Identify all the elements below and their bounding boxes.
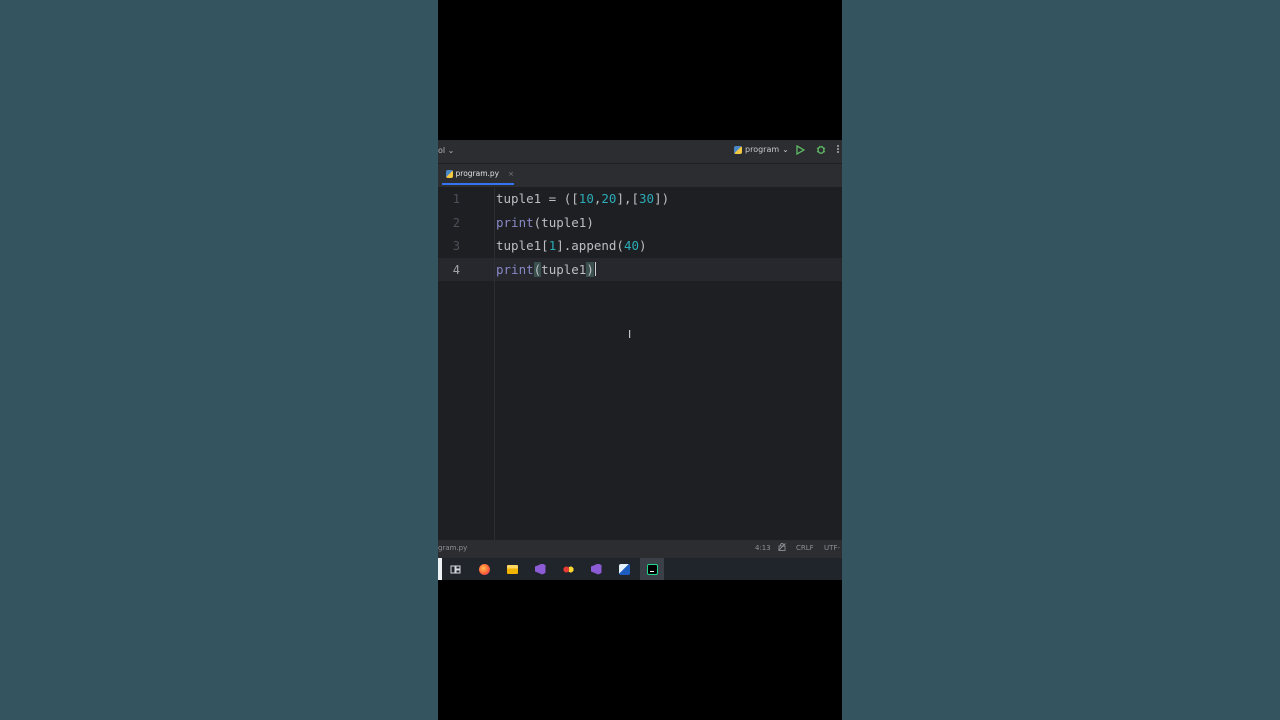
line-number: 3 (452, 239, 460, 253)
number-literal: 20 (601, 191, 617, 206)
more-icon (837, 145, 839, 153)
code-token: tuple1[ (496, 238, 549, 253)
pycharm-icon[interactable] (644, 561, 660, 577)
code-token: (tuple1) (533, 215, 594, 230)
number-literal: 10 (578, 191, 594, 206)
status-file-breadcrumb[interactable]: gram.py (438, 544, 467, 552)
app-icon[interactable] (616, 561, 632, 577)
line-number: 2 (452, 216, 460, 230)
encoding-selector[interactable]: UTF- (824, 544, 840, 552)
tab-program-py[interactable]: program.py × (442, 164, 514, 185)
visual-studio-icon[interactable] (532, 561, 548, 577)
editor-tab-bar: program.py × (438, 164, 842, 188)
python-file-icon (446, 169, 453, 178)
run-button[interactable] (796, 144, 806, 158)
readonly-toggle-icon[interactable] (778, 543, 786, 553)
caret-position[interactable]: 4:13 (755, 544, 771, 552)
taskbar-edge (438, 558, 442, 580)
run-icon (796, 144, 806, 156)
builtin-keyword: print (496, 262, 534, 277)
code-editor[interactable]: 1 2 3 4 tuple1 = ([10,20],[30]) print(tu… (438, 188, 842, 540)
code-token: tuple1 (541, 262, 587, 277)
line-number-gutter: 1 2 3 4 (438, 188, 495, 540)
text-caret (594, 262, 596, 276)
code-line-1: tuple1 = ([10,20],[30]) (496, 191, 669, 206)
code-line-2: print(tuple1) (496, 215, 594, 230)
number-literal: 40 (623, 238, 640, 253)
ide-window: ol ⌄ program ⌄ program.py × 1 2 3 4 tupl… (438, 140, 842, 558)
code-line-3: tuple1[1].append(40) (496, 238, 647, 253)
code-token: ],[ (616, 191, 640, 206)
windows-taskbar (438, 558, 842, 580)
code-token: ) (639, 238, 647, 253)
run-config-label: program (745, 145, 780, 154)
file-explorer-icon[interactable] (504, 561, 520, 577)
tab-label: program.py (455, 169, 500, 178)
python-icon (734, 145, 742, 154)
builtin-keyword: print (496, 215, 534, 230)
chevron-down-icon: ⌄ (782, 145, 789, 154)
debug-button[interactable] (816, 144, 826, 157)
status-bar: gram.py 4:13 CRLF UTF- (438, 540, 842, 558)
project-selector[interactable]: ol ⌄ (438, 146, 454, 155)
task-view-icon[interactable] (447, 561, 463, 577)
app-icon[interactable] (560, 561, 576, 577)
firefox-icon[interactable] (476, 561, 492, 577)
main-toolbar: ol ⌄ program ⌄ (438, 140, 842, 164)
number-literal: 30 (639, 191, 655, 206)
line-ending-selector[interactable]: CRLF (796, 544, 814, 552)
matched-bracket: ) (586, 262, 594, 277)
code-token: ].append( (556, 238, 624, 253)
close-tab-icon[interactable]: × (508, 170, 514, 178)
debug-icon (816, 145, 826, 154)
video-frame: ol ⌄ program ⌄ program.py × 1 2 3 4 tupl… (438, 0, 842, 720)
line-number: 1 (452, 192, 460, 206)
line-number-current: 4 (452, 263, 460, 277)
visual-studio-icon[interactable] (588, 561, 604, 577)
mouse-text-cursor: I (628, 328, 632, 341)
code-token: ]) (654, 191, 670, 206)
run-configuration-selector[interactable]: program ⌄ (734, 145, 789, 154)
code-line-4: print(tuple1) (496, 262, 596, 277)
more-actions-button[interactable] (836, 144, 840, 157)
code-token: tuple1 = ([ (496, 191, 579, 206)
